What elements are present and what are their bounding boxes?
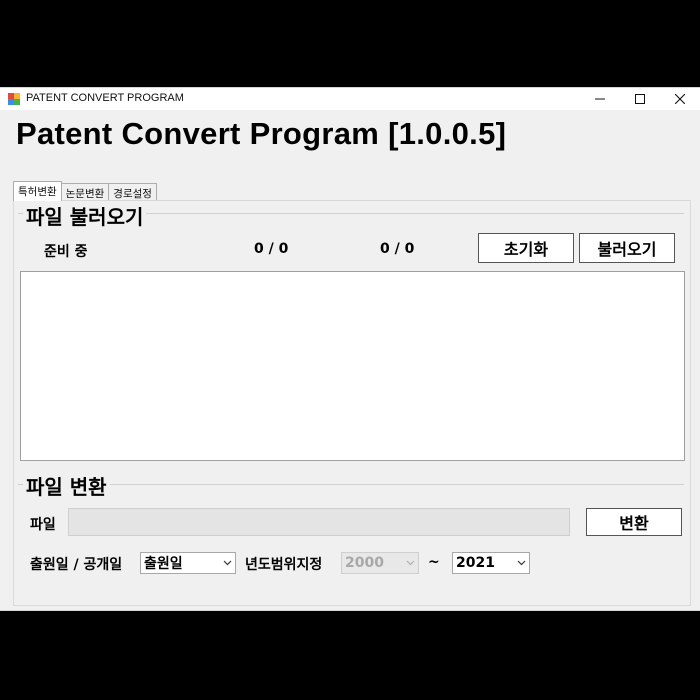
load-button[interactable]: 불러오기	[579, 233, 675, 263]
close-icon	[675, 94, 685, 104]
convert-section-title: 파일 변환	[23, 471, 110, 500]
date-type-value: 출원일	[144, 556, 183, 572]
year-range-label: 년도범위지정	[245, 557, 323, 573]
chevron-down-icon	[513, 560, 529, 566]
maximize-icon	[635, 94, 645, 104]
convert-button[interactable]: 변환	[586, 508, 682, 536]
tab-panel: 파일 불러오기 준비 중 0 / 0 0 / 0 초기화 불러오기 파일 변환 …	[13, 200, 691, 606]
year-to-value: 2021	[456, 555, 495, 571]
maximize-button[interactable]	[620, 88, 660, 110]
file-list[interactable]	[20, 271, 685, 461]
progress-count-2: 0 / 0	[380, 241, 415, 257]
app-heading: Patent Convert Program [1.0.0.5]	[16, 116, 507, 151]
date-type-select[interactable]: 출원일	[140, 552, 236, 574]
status-label: 준비 중	[44, 244, 88, 260]
chevron-down-icon	[219, 560, 235, 566]
app-icon	[8, 93, 20, 105]
tab-paper-convert[interactable]: 논문변환	[60, 183, 110, 201]
tab-strip: 특허변환 논문변환 경로설정	[13, 181, 157, 201]
year-to-select[interactable]: 2021	[452, 552, 530, 574]
close-button[interactable]	[660, 88, 700, 110]
title-bar[interactable]: PATENT CONVERT PROGRAM	[0, 88, 700, 110]
convert-group-border	[18, 484, 684, 485]
progress-count-1: 0 / 0	[254, 241, 289, 257]
date-type-label: 출원일 / 공개일	[30, 557, 123, 573]
window-title: PATENT CONVERT PROGRAM	[26, 92, 184, 104]
range-separator: ~	[428, 554, 440, 570]
year-from-value: 2000	[345, 555, 384, 571]
year-from-select: 2000	[341, 552, 419, 574]
reset-button[interactable]: 초기화	[478, 233, 574, 263]
app-window: PATENT CONVERT PROGRAM Patent Convert Pr…	[0, 87, 700, 611]
file-label: 파일	[30, 517, 56, 533]
tab-patent-convert[interactable]: 특허변환	[13, 181, 62, 201]
minimize-button[interactable]	[580, 88, 620, 110]
tab-path-settings[interactable]: 경로설정	[108, 183, 157, 201]
file-path-field[interactable]	[68, 508, 570, 536]
load-section-title: 파일 불러오기	[23, 201, 147, 230]
chevron-down-icon	[402, 560, 418, 566]
minimize-icon	[595, 98, 605, 100]
